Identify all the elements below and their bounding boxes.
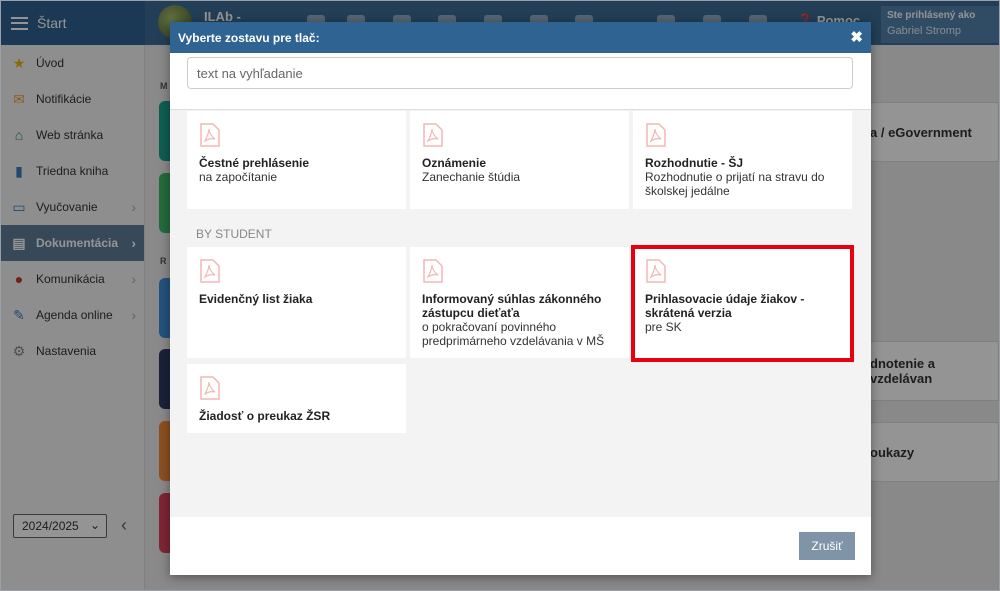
report-card-oznamenie[interactable]: Oznámenie Zanechanie štúdia xyxy=(410,111,629,209)
pdf-file-icon xyxy=(200,376,220,400)
search-area xyxy=(170,53,871,110)
report-subtitle: na započítanie xyxy=(199,170,278,184)
report-subtitle: pre SK xyxy=(645,320,682,334)
dialog-footer: Zrušiť xyxy=(170,517,871,575)
report-subtitle: Zanechanie štúdia xyxy=(422,170,521,184)
report-card-evidencny-list[interactable]: Evidenčný list žiaka xyxy=(187,247,406,358)
search-input[interactable] xyxy=(187,57,853,89)
app-window: Štart ILAb - ❓ Pomoc Ste prihlásený ako … xyxy=(0,0,1000,591)
dialog-title: Vyberte zostavu pre tlač: xyxy=(178,31,320,45)
report-card-rozhodnutie-sj[interactable]: Rozhodnutie - ŠJ Rozhodnutie o prijatí n… xyxy=(633,111,852,209)
pdf-file-icon xyxy=(423,259,443,283)
report-title: Žiadosť o preukaz ŽSR xyxy=(199,409,331,423)
report-title: Oznámenie xyxy=(422,156,487,170)
report-card-prihlasovacie-udaje[interactable]: Prihlasovacie údaje žiakov - skrátená ve… xyxy=(631,245,854,362)
pdf-file-icon xyxy=(200,259,220,283)
report-card-ziadost-zsr[interactable]: Žiadosť o preukaz ŽSR xyxy=(187,364,406,433)
report-subtitle: Rozhodnutie o prijatí na stravu do škols… xyxy=(645,170,825,198)
report-title: Čestné prehlásenie xyxy=(199,156,310,170)
dialog-header: Vyberte zostavu pre tlač: ✖ xyxy=(170,22,871,53)
report-title: Rozhodnutie - ŠJ xyxy=(645,156,743,170)
report-title: Informovaný súhlas zákonného zástupcu di… xyxy=(422,292,602,320)
cancel-button[interactable]: Zrušiť xyxy=(799,532,855,560)
pdf-file-icon xyxy=(423,123,443,147)
pdf-file-icon xyxy=(646,123,666,147)
report-title: Evidenčný list žiaka xyxy=(199,292,313,306)
report-card-informovany-suhlas[interactable]: Informovaný súhlas zákonného zástupcu di… xyxy=(410,247,629,358)
report-subtitle: o pokračovaní povinného predprimárneho v… xyxy=(422,320,605,348)
report-card-cestne-prehlasenie[interactable]: Čestné prehlásenie na započítanie xyxy=(187,111,406,209)
pdf-file-icon xyxy=(646,259,666,283)
group-label: BY STUDENT xyxy=(196,227,272,241)
print-report-dialog: Vyberte zostavu pre tlač: ✖ Čestné prehl… xyxy=(170,22,871,575)
close-icon[interactable]: ✖ xyxy=(850,28,863,46)
report-title: Prihlasovacie údaje žiakov - skrátená ve… xyxy=(645,292,805,320)
pdf-file-icon xyxy=(200,123,220,147)
